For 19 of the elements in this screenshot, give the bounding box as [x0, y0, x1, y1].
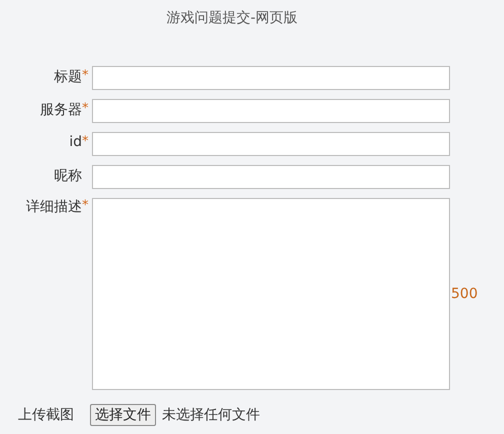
input-field[interactable]: [92, 132, 450, 156]
page-title: 游戏问题提交-网页版: [166, 10, 298, 26]
field-label: id: [69, 134, 82, 150]
file-status: 未选择任何文件: [162, 406, 260, 424]
required-mark: *: [82, 134, 90, 150]
upload-label: 上传截图: [18, 406, 74, 424]
input-field[interactable]: [92, 66, 450, 90]
field-label: 昵称: [54, 167, 82, 185]
field-label: 标题: [54, 68, 82, 86]
input-field[interactable]: [92, 99, 450, 123]
field-label: 详细描述: [26, 198, 82, 216]
character-counter: 500: [451, 286, 478, 302]
required-mark: *: [82, 68, 90, 85]
choose-file-button[interactable]: 选择文件: [90, 404, 156, 426]
required-mark: *: [82, 101, 90, 118]
input-field[interactable]: [92, 165, 450, 189]
description-field[interactable]: [92, 198, 450, 390]
field-label: 服务器: [40, 101, 82, 119]
required-mark: *: [82, 198, 90, 215]
